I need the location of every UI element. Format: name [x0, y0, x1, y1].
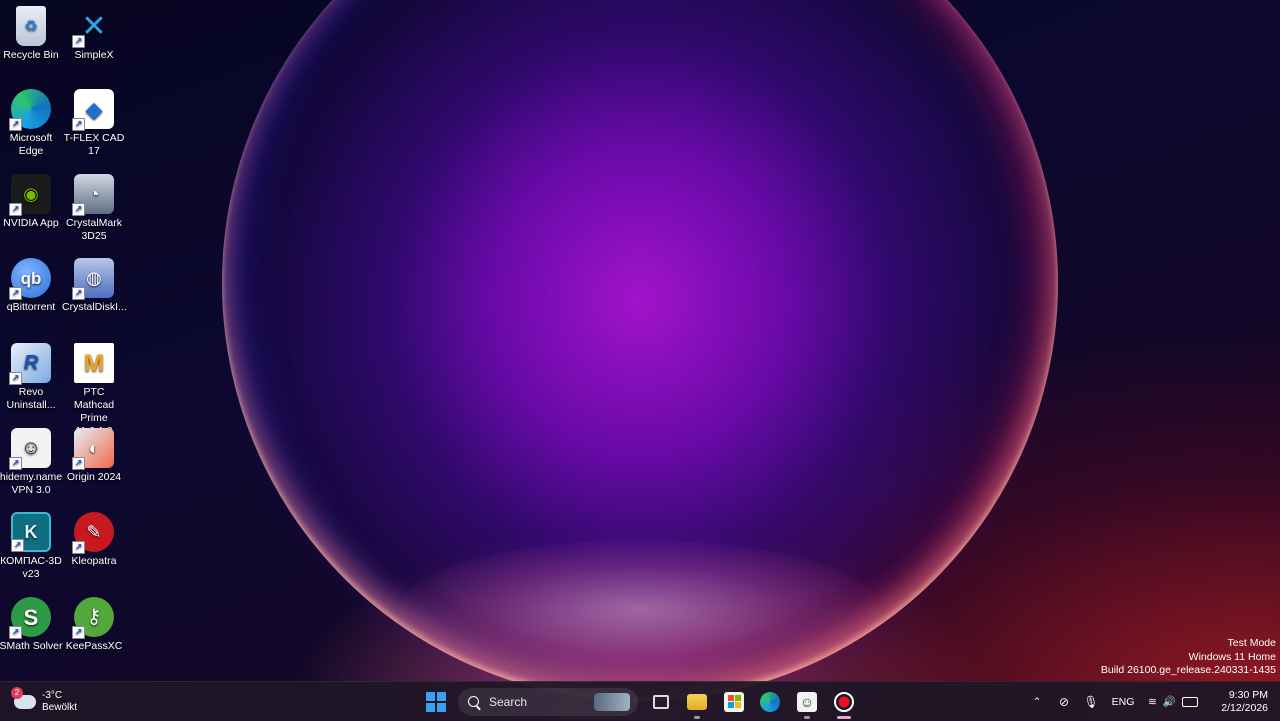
desktop-icon-crystaldiskinfo[interactable]: ◍ ↗ CrystalDiskI... [62, 258, 127, 314]
language-label: ENG [1111, 695, 1135, 708]
crystalmark-icon: ◔ ↗ [72, 174, 114, 216]
notification-badge: 2 [11, 686, 23, 699]
start-button[interactable] [422, 682, 450, 721]
desktop-icon-ptc-mathcad[interactable]: M PTC Mathcad Prime 11.0.1.0 [62, 343, 126, 438]
show-hidden-icons-button[interactable]: ⌃ [1028, 682, 1046, 721]
mathcad-icon: M [74, 343, 114, 383]
simplex-icon: ✕ ↗ [72, 6, 114, 48]
shortcut-arrow-icon: ↗ [72, 203, 85, 216]
desktop-icon-recycle-bin[interactable]: ♻ Recycle Bin [0, 6, 63, 62]
wallpaper-glow [400, 540, 880, 680]
crystaldiskinfo-icon: ◍ ↗ [72, 258, 114, 300]
clock-date: 2/12/2026 [1221, 701, 1268, 714]
record-icon [834, 691, 854, 712]
search-label: Search [489, 694, 528, 709]
hidemy-icon: ☺ [797, 691, 817, 712]
qbittorrent-icon: qb ↗ [9, 258, 51, 300]
tray-visibility-toggle[interactable]: ⊘ [1054, 682, 1074, 721]
shortcut-arrow-icon: ↗ [9, 457, 22, 470]
shortcut-arrow-icon: ↗ [72, 457, 85, 470]
taskbar-edge[interactable] [756, 682, 784, 721]
search-icon [468, 696, 479, 707]
active-indicator [837, 716, 851, 719]
shortcut-arrow-icon: ↗ [72, 626, 85, 639]
shortcut-arrow-icon: ↗ [9, 118, 22, 131]
watermark-line-build: Build 26100.ge_release.240331-1435 [1100, 664, 1276, 676]
wifi-icon: ≋ [1148, 695, 1157, 708]
taskbar-search[interactable]: Search [458, 682, 638, 721]
weather-widget[interactable]: 2 -3°C Bewölkt [11, 682, 104, 721]
weather-condition: Bewölkt [42, 701, 78, 713]
shortcut-arrow-icon: ↗ [72, 287, 85, 300]
clock-time: 9:30 PM [1228, 688, 1268, 701]
desktop-icon-kompas[interactable]: K ↗ КОМПАС-3D v23 [0, 512, 63, 581]
desktop-icon-simplex[interactable]: ✕ ↗ SimpleX [62, 6, 126, 62]
taskbar-clock[interactable]: 9:30 PM 2/12/2026 [1198, 682, 1268, 721]
test-mode-watermark: Test Mode Windows 11 Home Build 26100.ge… [1101, 637, 1276, 678]
windows-logo-icon [426, 691, 446, 712]
shortcut-arrow-icon: ↗ [9, 203, 22, 216]
volume-icon: 🔊 [1162, 696, 1176, 708]
taskbar-file-explorer[interactable] [683, 682, 711, 721]
desktop-icon-kleopatra[interactable]: ✎ ↗ Kleopatra [62, 512, 126, 568]
desktop-icon-origin-2024[interactable]: ◐ ↗ Origin 2024 [62, 428, 126, 484]
tflex-icon: ◆ ↗ [72, 89, 114, 131]
shortcut-arrow-icon: ↗ [9, 372, 22, 385]
shortcut-arrow-icon: ↗ [72, 35, 85, 48]
eye-slash-icon: ⊘ [1058, 694, 1070, 709]
wallpaper-orb [222, 0, 1058, 701]
weather-temperature: -3°C [42, 689, 63, 701]
quick-settings-button[interactable]: ≋ 🔊 [1145, 682, 1201, 721]
watermark-line-edition: Windows 11 Home [1188, 650, 1276, 663]
task-view-button[interactable] [647, 682, 675, 721]
watermark-line-test-mode: Test Mode [1227, 637, 1276, 649]
desktop-icon-revo-uninstaller[interactable]: R ↗ Revo Uninstall... [0, 343, 63, 412]
microphone-button[interactable]: 🎙 [1082, 682, 1100, 721]
shortcut-arrow-icon: ↗ [72, 118, 85, 131]
chevron-up-icon: ⌃ [1032, 695, 1042, 708]
edge-icon: ↗ [9, 89, 51, 131]
cloud-icon: 2 [11, 686, 36, 709]
desktop-icon-hidemy-vpn[interactable]: ☺ ↗ hidemy.name VPN 3.0 [0, 428, 63, 497]
desktop-icon-smath-solver[interactable]: S ↗ SMath Solver [0, 597, 63, 653]
desktop-icon-crystalmark[interactable]: ◔ ↗ CrystalMark 3D25 [62, 174, 126, 243]
shortcut-arrow-icon: ↗ [9, 287, 22, 300]
desktop-icon-qbittorrent[interactable]: qb ↗ qBittorrent [0, 258, 63, 314]
desktop-icon-nvidia-app[interactable]: ◉ ↗ NVIDIA App [0, 174, 63, 230]
task-view-icon [653, 694, 669, 709]
smath-icon: S ↗ [9, 597, 51, 639]
nvidia-icon: ◉ ↗ [9, 174, 51, 216]
hidemy-icon: ☺ ↗ [9, 428, 51, 470]
taskbar: 2 -3°C Bewölkt Search ☺ ⌃ ⊘ 🎙 ENG ≋ 🔊 9:… [0, 681, 1280, 721]
taskbar-hidemy-vpn[interactable]: ☺ [793, 682, 821, 721]
language-indicator[interactable]: ENG [1108, 682, 1138, 721]
kleopatra-icon: ✎ ↗ [72, 512, 114, 554]
keepassxc-icon: ⚷ ↗ [72, 597, 114, 639]
microphone-icon: 🎙 [1083, 694, 1099, 709]
desktop-icon-keepassxc[interactable]: ⚷ ↗ KeePassXC [62, 597, 126, 653]
origin-icon: ◐ ↗ [72, 428, 114, 470]
desktop-icon-microsoft-edge[interactable]: ↗ Microsoft Edge [0, 89, 63, 158]
taskbar-microsoft-store[interactable] [720, 682, 748, 721]
shortcut-arrow-icon: ↗ [11, 539, 24, 552]
shortcut-arrow-icon: ↗ [9, 626, 22, 639]
taskbar-screen-recorder[interactable] [830, 682, 858, 721]
revo-icon: R ↗ [9, 343, 51, 385]
kompas-icon: K ↗ [11, 512, 51, 552]
desktop-icon-tflex-cad[interactable]: ◆ ↗ T-FLEX CAD 17 [62, 89, 126, 158]
store-icon [724, 691, 744, 712]
recycle-bin-icon: ♻ [16, 6, 46, 46]
running-indicator [694, 716, 700, 719]
edge-icon [760, 691, 780, 712]
running-indicator [804, 716, 810, 719]
shortcut-arrow-icon: ↗ [72, 541, 85, 554]
battery-icon [1181, 696, 1198, 707]
search-highlight-image [594, 692, 630, 711]
folder-icon [687, 693, 707, 710]
